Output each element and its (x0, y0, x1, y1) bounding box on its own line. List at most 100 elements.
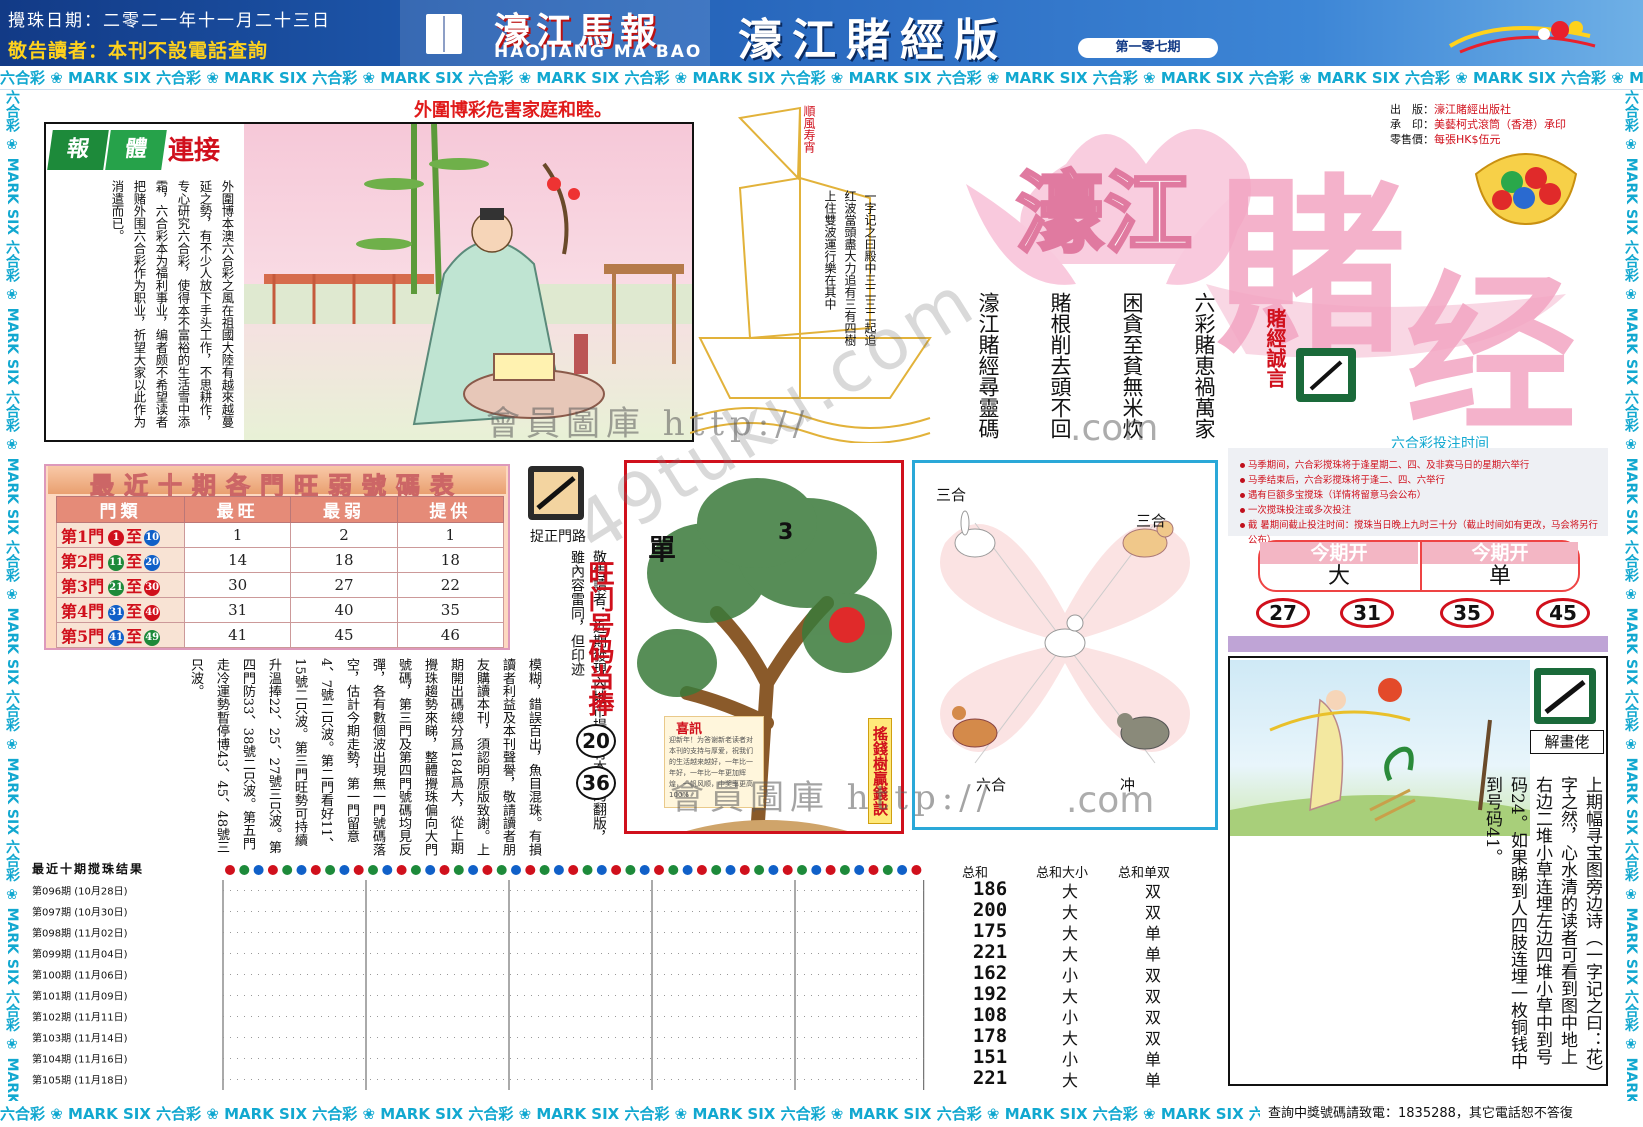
draw-period: 第100期 (11月06日) (32, 969, 128, 982)
draw-period: 第101期 (11月09日) (32, 990, 128, 1003)
draw-period: 第096期 (10月28日) (32, 885, 128, 898)
number-ball-mark (296, 865, 307, 875)
right-border-strip: 六合彩 ❀ MARK SIX 六合彩 ❀ MARK SIX 六合彩 ❀ MARK… (1619, 90, 1643, 1101)
strength-table-body: 第1門 1 至 10 1 2 1 第2門 11 至 20 14 18 18 第3門 21 至 30 30 27 22 第4… (56, 522, 505, 648)
offer-cell: 35 (396, 597, 505, 623)
bet-time-list: 马季期间，六合彩搅珠将于逢星期二、四、及非赛马日的星期六举行 马季结束后，六合彩… (1228, 448, 1608, 546)
edition-title: 濠江賭經版 (738, 15, 1008, 66)
pick-number: 35 (1440, 598, 1494, 628)
publisher-row: 出 版：濠江賭經出版社 (1390, 102, 1620, 117)
table-row: 第2門 11 至 20 14 18 18 (56, 547, 505, 573)
poem-column-1: 六彩賭恵禍萬家 (1192, 292, 1216, 439)
number-ball-mark (711, 865, 722, 875)
hot-number: 20 (576, 724, 616, 758)
number-ball-mark (553, 865, 564, 875)
ball-to: 10 (144, 529, 161, 546)
no-phone-notice: 敬告讀者：本刊不設電話查詢 (8, 40, 269, 62)
ball-from: 11 (108, 554, 125, 571)
tree-number: 3 (778, 520, 794, 545)
hand-writing-icon (1296, 348, 1356, 402)
number-ball-mark (525, 865, 536, 875)
rabbit-icon (954, 510, 996, 558)
number-ball-mark (253, 865, 264, 875)
draw-sum: 178 (972, 1025, 1008, 1047)
draw-date: 攪珠日期：二零二一年十一月二十三日 (8, 11, 331, 31)
worst-cell: 2 (290, 522, 398, 548)
period-value-parity: 单 (1488, 564, 1511, 589)
col-header: 門類 (56, 496, 185, 523)
number-ball-mark (511, 865, 521, 875)
number-ball-mark (339, 865, 350, 875)
draw-sum: 175 (972, 920, 1008, 942)
number-ball-mark (782, 865, 793, 875)
to-word: 至 (126, 627, 143, 646)
zodiac-label: 三合 (1136, 512, 1167, 530)
number-ball-mark (682, 865, 693, 875)
worst-cell: 40 (290, 597, 398, 623)
number-ball-mark (568, 865, 579, 875)
draw-size: 大 (1061, 1071, 1078, 1090)
number-ball-mark (596, 865, 607, 875)
worst-cell: 18 (290, 547, 398, 573)
to-word: 至 (126, 552, 143, 571)
hand-writing-icon (1534, 668, 1596, 724)
publisher-value: 濠江賭經出版社 (1434, 103, 1511, 116)
commentary-text: 模糊，錯誤百出，魚目混珠。有損讀者利益及本刊聲譽，敬請讀者朋友購讀本刊，須認明原… (188, 658, 541, 856)
draw-sum: 221 (972, 941, 1008, 963)
this-period-parity: 今期开 单 (1420, 542, 1578, 590)
number-ball-mark (382, 865, 393, 875)
number-ball-mark (811, 865, 822, 875)
col-header: 提供 (396, 496, 505, 523)
offer-cell: 18 (396, 547, 505, 573)
col-header: 最弱 (290, 496, 398, 523)
slogan: 外圍博彩危害家庭和睦。 (414, 100, 612, 121)
top-border-strip: 六合彩 ❀ MARK SIX 六合彩 ❀ MARK SIX 六合彩 ❀ MARK… (0, 66, 1643, 90)
number-ball-mark (539, 865, 550, 875)
number-ball-mark (282, 865, 293, 875)
logo-line2: 賭 (1216, 156, 1406, 379)
boat-flag-text: 順風寿宵 (802, 105, 816, 153)
ball-from: 41 (108, 629, 125, 646)
ball-to: 40 (144, 604, 161, 621)
this-period-size: 今期开 大 (1260, 542, 1418, 590)
number-ball-mark (267, 865, 278, 875)
period-head-2: 今期开 (1422, 542, 1578, 564)
ball-to: 49 (144, 629, 161, 646)
number-ball-mark (654, 865, 664, 875)
issue-number: 第一零七期 (1078, 38, 1218, 58)
number-ball-mark (854, 865, 865, 875)
draw-sum: 162 (972, 962, 1008, 984)
number-ball-mark (353, 865, 364, 875)
number-ball-mark (453, 865, 464, 875)
draw-period: 第104期 (11月16日) (32, 1053, 128, 1066)
riddle-label: 解畫佬 (1530, 730, 1604, 754)
to-word: 至 (126, 602, 143, 621)
draw-period: 第098期 (11月02日) (32, 927, 128, 940)
number-ball-mark (839, 865, 850, 875)
col-header: 最旺 (183, 496, 292, 523)
draw-parity: 单 (1144, 1071, 1161, 1090)
publisher-row: 承 印：美藝柯式滾筒（香港）承印 (1390, 117, 1620, 132)
door-name: 第2門 (61, 552, 105, 571)
watermark: .com (1066, 780, 1155, 821)
bet-time-item: 马季期间，六合彩搅珠将于逢星期二、四、及非赛马日的星期六举行 (1240, 458, 1598, 473)
strength-table-title: 最近十期各門旺弱號碼表 (48, 466, 506, 501)
number-ball-mark (754, 865, 765, 875)
article-title: 報 體 連接 (47, 130, 240, 174)
draw-period: 第103期 (11月14日) (32, 1032, 128, 1045)
period-head-1: 今期开 (1260, 542, 1418, 564)
number-ball-mark (425, 865, 436, 875)
ball-to: 20 (144, 554, 161, 571)
number-ball-mark (325, 865, 336, 875)
door-name: 第3門 (61, 577, 105, 596)
article-text: 外圍博本澳六合彩之風在祖國大陸有越來越蔓延之勢，有不少人放下手头工作，不思耕作，… (110, 180, 235, 428)
hot-door-title: 旺门号码当捧 (584, 560, 614, 716)
ball-to: 30 (144, 579, 161, 596)
number-ball-mark (496, 865, 507, 875)
best-cell: 30 (183, 572, 292, 598)
publisher-value: 每張HK$伍元 (1434, 133, 1501, 146)
draw-period: 第099期 (11月04日) (32, 948, 128, 961)
good-news-title: 喜訊 (676, 722, 703, 737)
offer-cell: 46 (396, 622, 505, 648)
watermark: .com (1070, 408, 1159, 449)
